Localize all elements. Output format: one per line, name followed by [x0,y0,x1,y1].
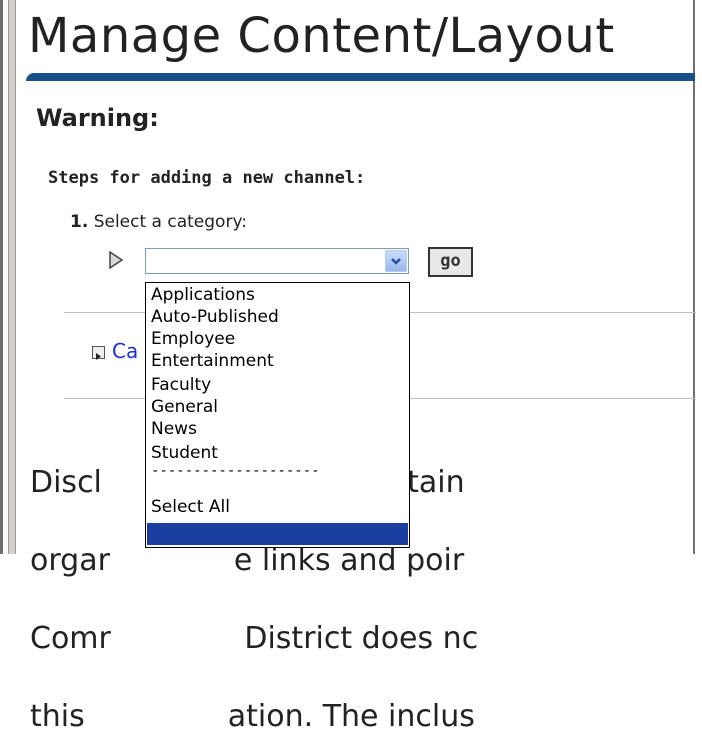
disclaimer-line: this ation. The inclus [30,699,475,734]
triangle-right-icon [96,353,101,360]
step-one: 1. Select a category: [70,212,247,232]
option-student[interactable]: Student [151,443,218,463]
go-button[interactable]: go [428,247,473,277]
option-separator: -------------------- [151,463,320,479]
option-select-all[interactable]: Select All [151,497,230,517]
expand-icon[interactable] [92,346,105,360]
option-highlighted[interactable] [147,523,408,545]
disclaimer-line: Comr District does nc [30,621,479,656]
category-select[interactable] [145,248,409,274]
option-auto-published[interactable]: Auto-Published [151,307,279,327]
warning-title: Warning: [36,104,159,132]
disclaimer-line: orgar e links and poir [30,543,465,578]
step-number: 1. [70,212,89,232]
option-news[interactable]: News [151,419,197,439]
title-rule [26,73,695,81]
step-label: Select a category: [93,212,247,232]
page-title: Manage Content/Layout [28,8,615,64]
dropdown-button[interactable] [385,250,407,272]
option-applications[interactable]: Applications [151,285,255,305]
option-general[interactable]: General [151,397,218,417]
channel-link[interactable]: Ca [112,339,138,363]
arrow-right-icon [109,251,124,269]
category-dropdown-list[interactable]: Applications Auto-Published Employee Ent… [145,282,410,548]
option-faculty[interactable]: Faculty [151,375,211,395]
steps-heading: Steps for adding a new channel: [48,168,366,188]
option-entertainment[interactable]: Entertainment [151,351,274,371]
chevron-down-icon [391,258,401,265]
option-employee[interactable]: Employee [151,329,235,349]
left-border [0,0,21,554]
